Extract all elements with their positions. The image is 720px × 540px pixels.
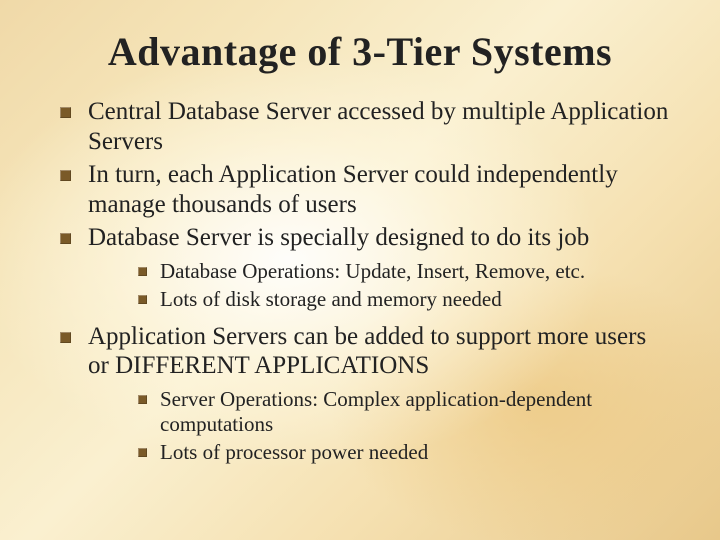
bullet-text: Central Database Server accessed by mult… — [88, 98, 668, 155]
bullet-text: Database Server is specially designed to… — [88, 224, 589, 251]
bullet-list: Central Database Server accessed by mult… — [50, 97, 670, 465]
sub-bullet-item: Lots of disk storage and memory needed — [132, 287, 670, 312]
sub-bullet-list: Server Operations: Complex application-d… — [88, 387, 670, 466]
bullet-text: In turn, each Application Server could i… — [88, 161, 618, 218]
sub-bullet-item: Server Operations: Complex application-d… — [132, 387, 670, 437]
sub-bullet-text: Server Operations: Complex application-d… — [160, 387, 592, 436]
slide-title: Advantage of 3-Tier Systems — [50, 28, 670, 75]
sub-bullet-item: Lots of processor power needed — [132, 440, 670, 465]
bullet-item: Application Servers can be added to supp… — [54, 322, 670, 466]
bullet-item: Database Server is specially designed to… — [54, 223, 670, 312]
sub-bullet-text: Lots of disk storage and memory needed — [160, 287, 502, 311]
sub-bullet-list: Database Operations: Update, Insert, Rem… — [88, 259, 670, 312]
sub-bullet-text: Lots of processor power needed — [160, 440, 428, 464]
sub-bullet-item: Database Operations: Update, Insert, Rem… — [132, 259, 670, 284]
bullet-item: Central Database Server accessed by mult… — [54, 97, 670, 156]
bullet-item: In turn, each Application Server could i… — [54, 160, 670, 219]
bullet-text: Application Servers can be added to supp… — [88, 323, 646, 380]
slide: Advantage of 3-Tier Systems Central Data… — [0, 0, 720, 540]
sub-bullet-text: Database Operations: Update, Insert, Rem… — [160, 259, 585, 283]
